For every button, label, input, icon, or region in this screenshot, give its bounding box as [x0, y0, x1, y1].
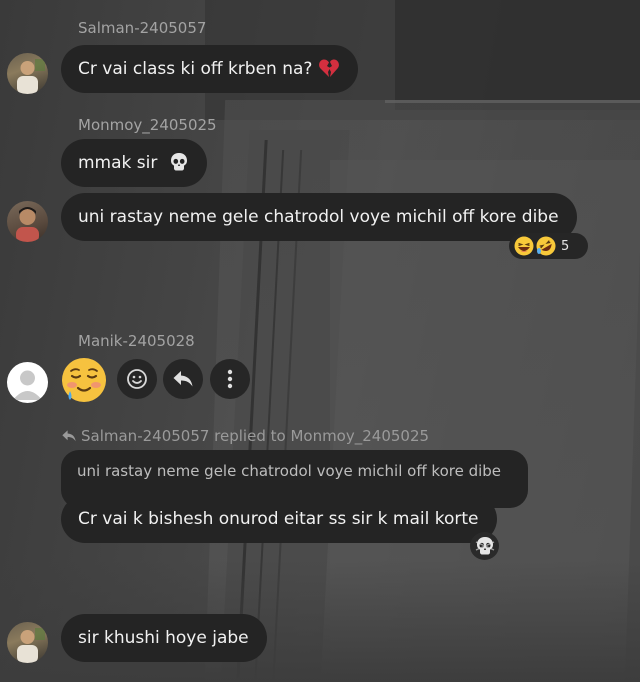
- reply-header: Salman-2405057 replied to Monmoy_2405025: [61, 427, 429, 445]
- crying-smile-emoji[interactable]: [59, 355, 109, 405]
- message-text: Cr vai k bishesh onurod eitar ss sir k m…: [78, 509, 479, 529]
- message-bubble[interactable]: uni rastay neme gele chatrodol voye mich…: [61, 193, 577, 241]
- default-avatar-icon[interactable]: [7, 362, 48, 403]
- avatar[interactable]: [7, 622, 48, 663]
- message-text: mmak sir: [78, 153, 158, 173]
- reply-header-text: Salman-2405057 replied to Monmoy_2405025: [81, 427, 430, 445]
- message-text: sir khushi hoye jabe: [78, 628, 249, 648]
- message-bubble[interactable]: Cr vai class ki off krben na?: [61, 45, 358, 93]
- avatar[interactable]: [7, 53, 48, 94]
- smiley-icon: [127, 369, 147, 389]
- skull-icon: [475, 537, 494, 555]
- reaction-badge[interactable]: 5: [509, 233, 588, 259]
- reaction-count: 5: [561, 238, 570, 254]
- laughing-face-icon: [514, 236, 534, 256]
- rolling-laughing-face-icon: [536, 236, 556, 256]
- reply-button[interactable]: [163, 359, 203, 399]
- message-bubble[interactable]: mmak sir: [61, 139, 207, 187]
- message-bubble[interactable]: Cr vai k bishesh onurod eitar ss sir k m…: [61, 495, 497, 543]
- sender-name[interactable]: Salman-2405057: [78, 19, 206, 37]
- message-bubble[interactable]: sir khushi hoye jabe: [61, 614, 267, 662]
- avatar[interactable]: [7, 201, 48, 242]
- more-vertical-icon: [227, 369, 233, 389]
- skull-icon: [170, 153, 187, 171]
- react-button[interactable]: [117, 359, 157, 399]
- sender-name[interactable]: Monmoy_2405025: [78, 116, 217, 134]
- sender-name[interactable]: Manik-2405028: [78, 332, 195, 350]
- message-text: Cr vai class ki off krben na?: [78, 59, 313, 79]
- reply-arrow-icon: [62, 430, 76, 442]
- reaction-badge[interactable]: [470, 532, 499, 560]
- quoted-text: uni rastay neme gele chatrodol voye mich…: [77, 462, 502, 480]
- message-text: uni rastay neme gele chatrodol voye mich…: [78, 207, 559, 227]
- more-options-button[interactable]: [210, 359, 250, 399]
- broken-heart-icon: [318, 59, 339, 77]
- reply-arrow-icon: [173, 371, 193, 387]
